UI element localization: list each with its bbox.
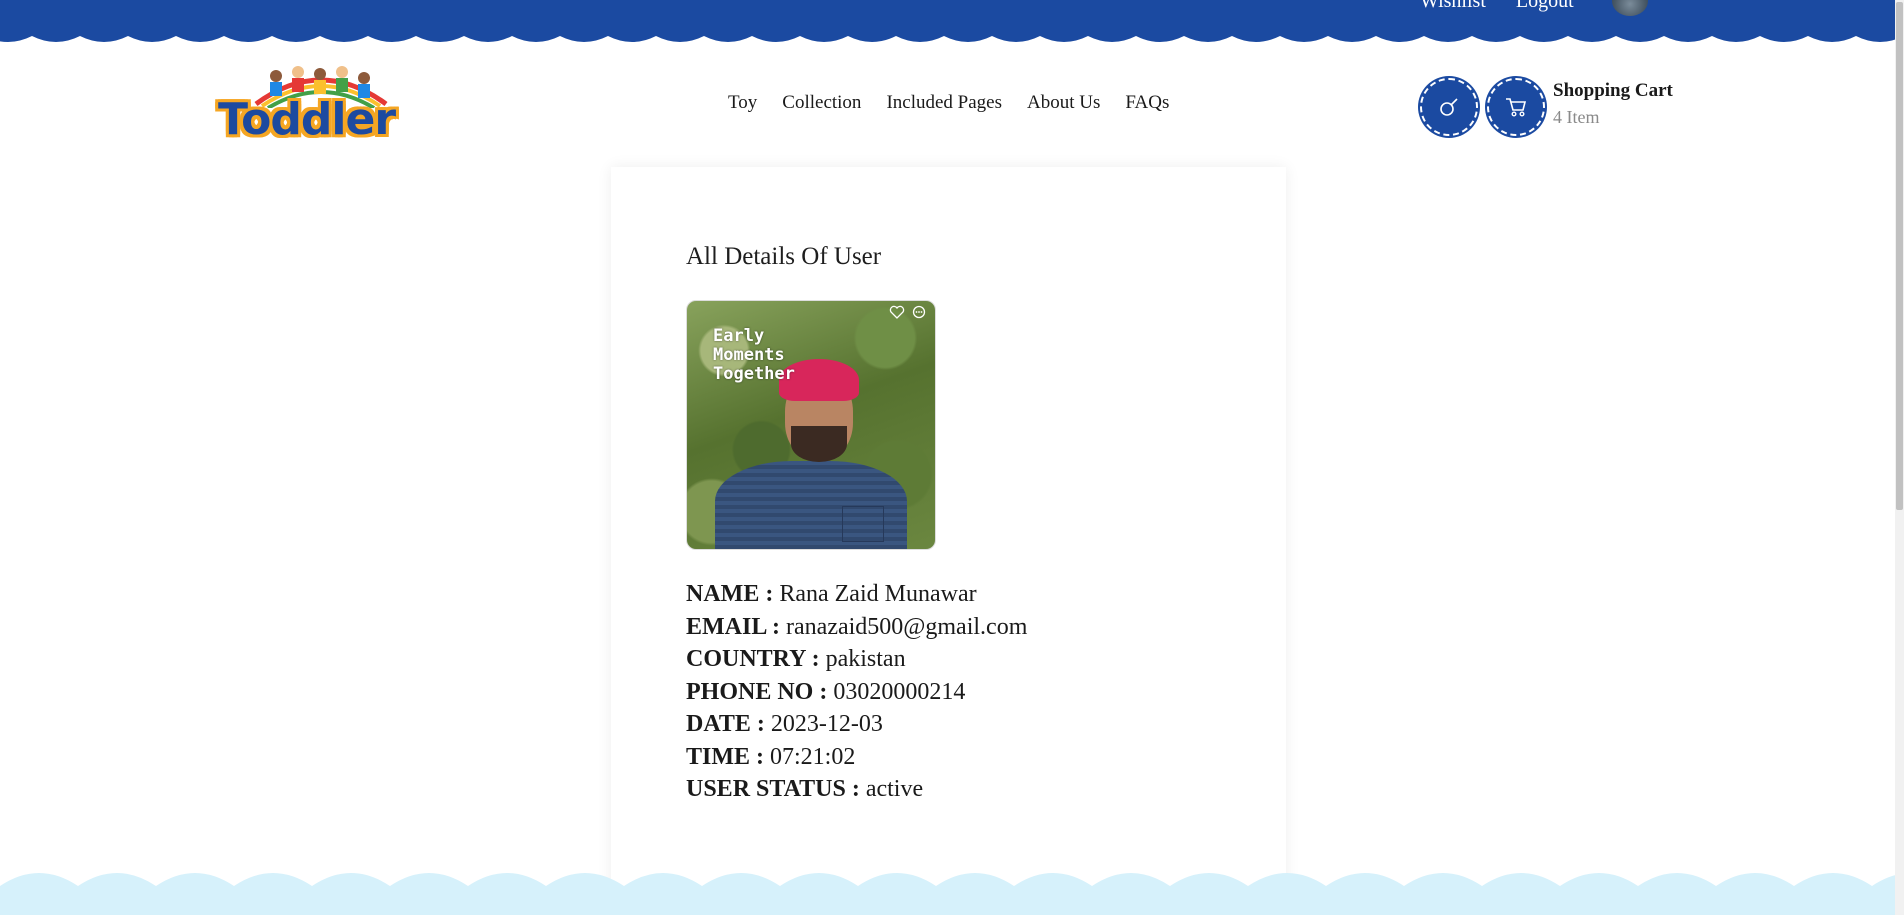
- search-icon: [1440, 98, 1458, 116]
- detail-row-name: NAME : Rana Zaid Munawar: [686, 578, 1027, 611]
- detail-value: 2023-12-03: [770, 711, 883, 737]
- detail-value: 03020000214: [833, 678, 966, 705]
- user-details-card: All Details Of User Early Moments Togeth…: [611, 167, 1286, 907]
- nav-item-included-pages[interactable]: Included Pages: [886, 92, 1002, 114]
- nav-item-collection[interactable]: Collection: [782, 92, 861, 114]
- photo-beard: [791, 426, 847, 462]
- cart-icon: [1506, 98, 1527, 117]
- logout-link[interactable]: Logout: [1516, 0, 1574, 13]
- detail-label: DATE :: [686, 711, 765, 737]
- heart-icon: [889, 305, 905, 319]
- detail-label: USER STATUS :: [686, 776, 860, 802]
- detail-row-email: EMAIL : ranazaid500@gmail.com: [686, 611, 1027, 644]
- detail-value: active: [865, 776, 924, 802]
- nav-item-about-us[interactable]: About Us: [1027, 92, 1100, 114]
- logo-text: Toddler: [218, 94, 396, 145]
- search-button[interactable]: [1420, 78, 1478, 136]
- photo-icons: [889, 305, 927, 319]
- detail-label: TIME :: [686, 743, 764, 770]
- photo-caption: Early Moments Together: [713, 326, 795, 384]
- detail-row-status: USER STATUS : active: [686, 773, 1027, 806]
- top-bar: Wishlist Logout: [0, 0, 1904, 48]
- chat-icon: [912, 305, 926, 319]
- bottom-cloud-decoration: [0, 873, 1904, 915]
- detail-row-country: COUNTRY : pakistan: [686, 643, 1027, 676]
- cart-count: 4 Item: [1553, 107, 1600, 127]
- detail-label: NAME :: [686, 581, 774, 607]
- detail-value: Rana Zaid Munawar: [779, 581, 977, 607]
- detail-value: 07:21:02: [770, 743, 856, 770]
- scrollbar-thumb[interactable]: [1896, 2, 1903, 510]
- user-photo: Early Moments Together: [686, 300, 936, 550]
- cart-title[interactable]: Shopping Cart: [1553, 80, 1673, 102]
- nav-item-faqs[interactable]: FAQs: [1125, 92, 1169, 114]
- detail-label: COUNTRY :: [686, 646, 820, 672]
- detail-label: PHONE NO :: [686, 678, 828, 705]
- cart-button[interactable]: [1487, 78, 1545, 136]
- page-title: All Details Of User: [686, 243, 882, 270]
- wishlist-link[interactable]: Wishlist: [1420, 0, 1486, 13]
- detail-row-phone: PHONE NO : 03020000214: [686, 676, 1027, 709]
- detail-value: ranazaid500@gmail.com: [786, 613, 1028, 640]
- detail-value: pakistan: [825, 646, 906, 672]
- detail-row-date: DATE : 2023-12-03: [686, 708, 1027, 741]
- detail-row-time: TIME : 07:21:02: [686, 741, 1027, 774]
- top-links: Wishlist Logout: [1420, 0, 1574, 13]
- nav-item-toy[interactable]: Toy: [728, 92, 757, 114]
- main-nav: Toy Collection Included Pages About Us F…: [728, 92, 1169, 114]
- user-details-list: NAME : Rana Zaid Munawar EMAIL : ranazai…: [686, 578, 1027, 806]
- detail-label: EMAIL :: [686, 613, 781, 640]
- page-scrollbar[interactable]: [1895, 0, 1904, 915]
- photo-pocket: [842, 506, 884, 542]
- site-logo[interactable]: Toddler: [216, 64, 396, 150]
